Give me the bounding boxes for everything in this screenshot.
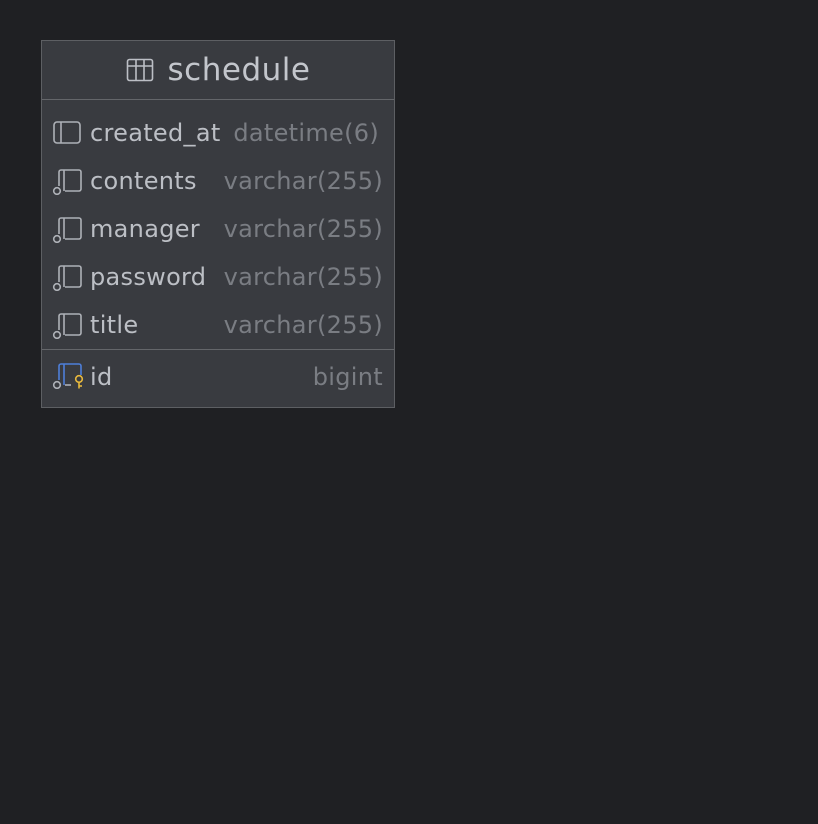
nullable-column-icon [52,313,82,339]
column-icon [53,121,81,144]
column-name: password [90,263,207,291]
column-name: id [90,363,113,391]
column-type: varchar(255) [223,215,383,243]
table-icon [126,58,153,82]
column-row-contents[interactable]: contents varchar(255) [42,157,394,205]
column-name: manager [90,215,200,243]
table-header[interactable]: schedule [42,41,394,100]
column-row-created-at[interactable]: created_at datetime(6) [42,109,394,157]
column-type: varchar(255) [223,263,383,291]
column-type: varchar(255) [223,167,383,195]
column-name: title [90,311,139,339]
nullable-column-icon [52,169,82,195]
column-row-title[interactable]: title varchar(255) [42,301,394,349]
column-list: created_at datetime(6) contents varchar(… [42,100,394,349]
column-name: contents [90,167,197,195]
table-title: schedule [167,52,311,88]
column-type: bigint [312,363,383,391]
diagram-canvas: schedule created_at datetime(6) contents… [0,0,818,824]
nullable-column-icon [52,217,82,243]
primary-key-section: id bigint [42,349,394,407]
table-node-schedule[interactable]: schedule created_at datetime(6) contents… [41,40,395,408]
column-name: created_at [90,119,221,147]
primary-key-icon [52,363,84,389]
column-row-password[interactable]: password varchar(255) [42,253,394,301]
column-type: varchar(255) [223,311,383,339]
column-row-id[interactable]: id bigint [42,351,394,403]
nullable-column-icon [52,265,82,291]
column-row-manager[interactable]: manager varchar(255) [42,205,394,253]
column-type: datetime(6) [233,119,379,147]
